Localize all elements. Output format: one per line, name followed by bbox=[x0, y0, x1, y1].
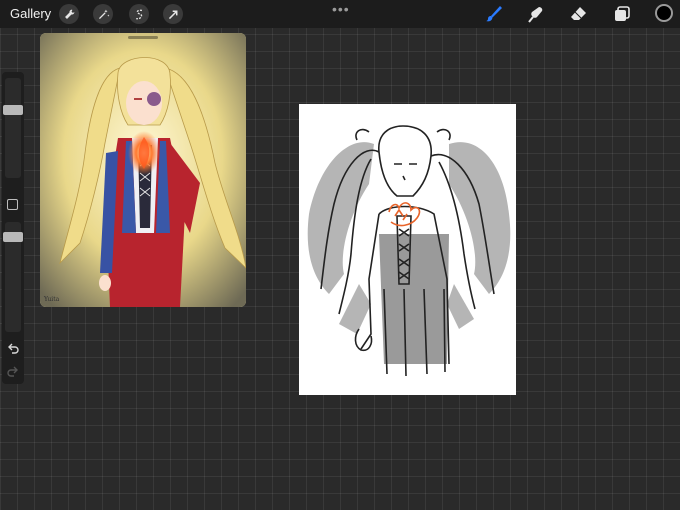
drawing-canvas[interactable] bbox=[299, 104, 516, 395]
transform-arrow-icon[interactable] bbox=[163, 4, 183, 24]
opacity-thumb[interactable] bbox=[3, 232, 23, 242]
selection-icon[interactable] bbox=[129, 4, 149, 24]
opacity-slider[interactable] bbox=[3, 222, 23, 332]
smudge-icon[interactable] bbox=[526, 4, 546, 24]
sketch-illustration bbox=[307, 125, 511, 377]
left-sidebar bbox=[2, 72, 24, 384]
modify-button[interactable] bbox=[7, 199, 18, 210]
reference-illustration: Yuita bbox=[40, 33, 246, 307]
layers-icon[interactable] bbox=[612, 4, 632, 24]
color-picker-button[interactable] bbox=[655, 4, 673, 22]
brush-size-thumb[interactable] bbox=[3, 105, 23, 115]
gallery-button[interactable]: Gallery bbox=[10, 6, 51, 21]
artist-signature: Yuita bbox=[43, 296, 60, 303]
undo-icon[interactable] bbox=[6, 342, 20, 356]
brush-size-slider[interactable] bbox=[3, 78, 23, 178]
reference-drag-handle[interactable] bbox=[128, 36, 158, 39]
wrench-icon[interactable] bbox=[59, 4, 79, 24]
brush-icon[interactable] bbox=[484, 4, 504, 24]
reference-image[interactable]: Yuita bbox=[40, 33, 246, 307]
eraser-icon[interactable] bbox=[569, 4, 589, 24]
top-toolbar: Gallery ••• bbox=[0, 0, 680, 28]
magic-wand-icon[interactable] bbox=[93, 4, 113, 24]
more-options-icon[interactable]: ••• bbox=[332, 1, 350, 17]
redo-icon[interactable] bbox=[6, 365, 20, 379]
